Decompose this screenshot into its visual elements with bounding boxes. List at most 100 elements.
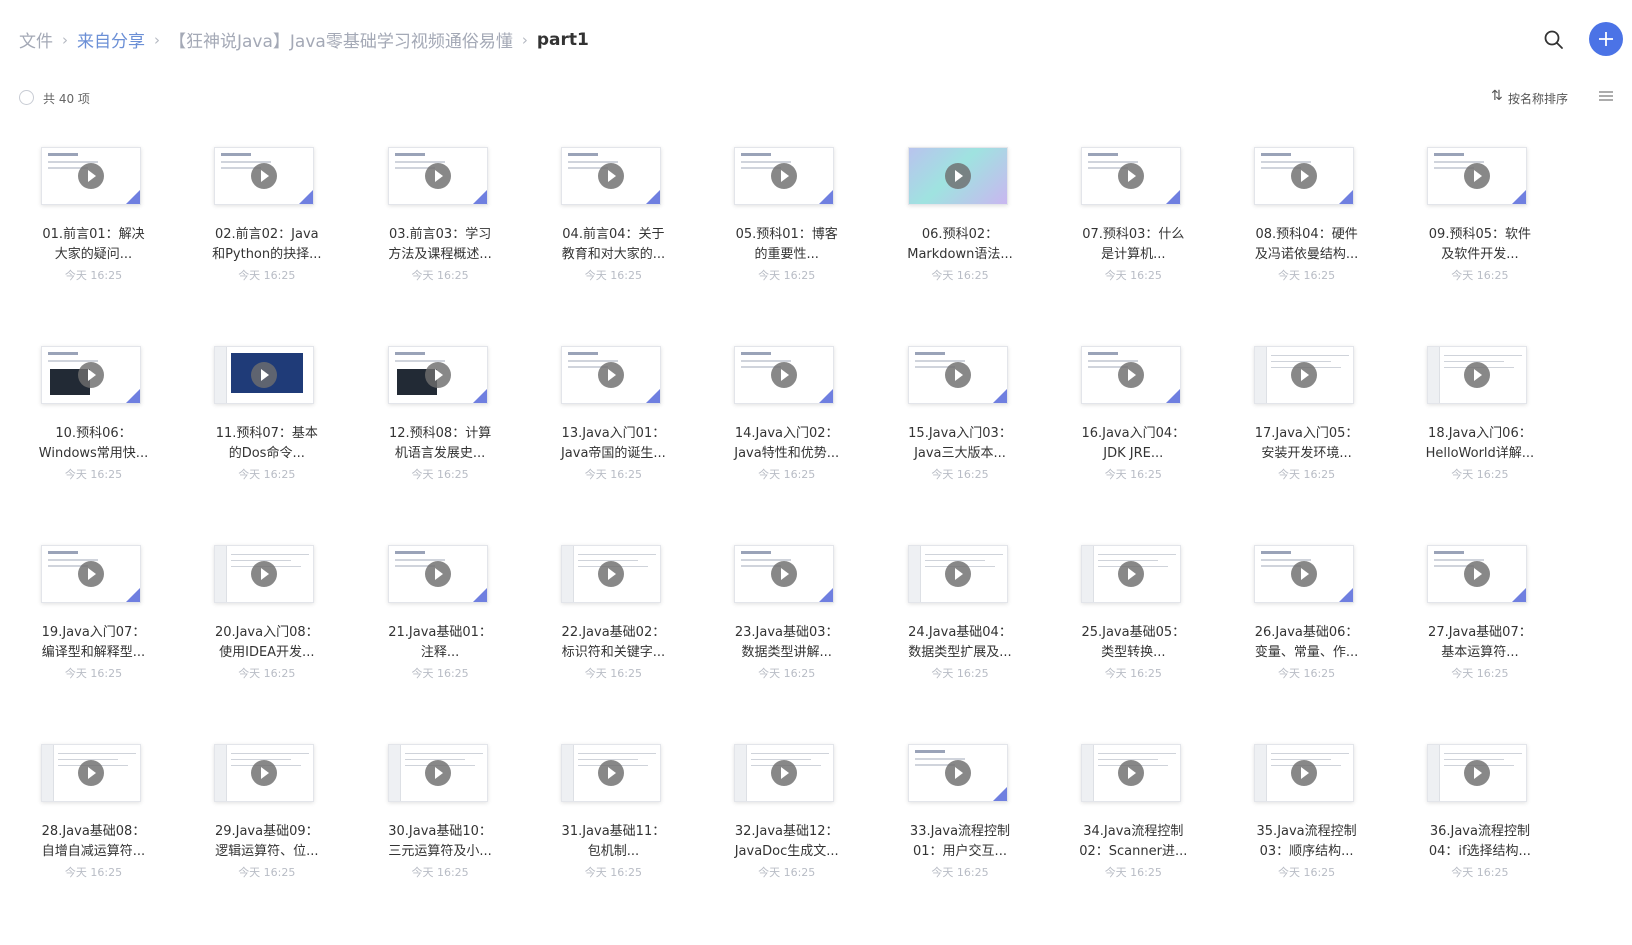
video-thumbnail[interactable]	[1080, 346, 1181, 404]
add-button[interactable]	[1589, 22, 1623, 56]
file-card[interactable]: 35.Java流程控制 03：顺序结构... 今天 16:25	[1216, 727, 1397, 907]
video-thumbnail[interactable]	[1254, 744, 1355, 802]
file-card[interactable]: 10.预科06： Windows常用快... 今天 16:25	[3, 329, 184, 509]
file-name[interactable]: 36.Java流程控制 04：if选择结构...	[1389, 822, 1570, 862]
video-thumbnail[interactable]	[1254, 346, 1355, 404]
video-thumbnail[interactable]	[560, 744, 661, 802]
file-name[interactable]: 07.预科03：什么 是计算机...	[1043, 225, 1224, 265]
file-card[interactable]: 13.Java入门01： Java帝国的诞生... 今天 16:25	[523, 329, 704, 509]
video-thumbnail[interactable]	[907, 744, 1008, 802]
file-card[interactable]: 06.预科02： Markdown语法... 今天 16:25	[870, 130, 1051, 310]
video-thumbnail[interactable]	[41, 744, 141, 802]
video-thumbnail[interactable]	[907, 545, 1008, 603]
search-icon[interactable]	[1542, 28, 1566, 52]
video-thumbnail[interactable]	[1427, 545, 1528, 603]
file-card[interactable]: 20.Java入门08： 使用IDEA开发... 今天 16:25	[176, 528, 357, 708]
file-name[interactable]: 17.Java入门05： 安装开发环境...	[1216, 424, 1397, 464]
sort-by-name-button[interactable]: 按名称排序	[1508, 90, 1568, 107]
file-name[interactable]: 16.Java入门04： JDK JRE...	[1043, 424, 1224, 464]
video-thumbnail[interactable]	[1080, 545, 1181, 603]
file-name[interactable]: 20.Java入门08： 使用IDEA开发...	[176, 623, 357, 663]
list-view-icon[interactable]	[1597, 88, 1615, 104]
video-thumbnail[interactable]	[41, 545, 141, 603]
file-card[interactable]: 11.预科07：基本 的Dos命令... 今天 16:25	[176, 329, 357, 509]
file-card[interactable]: 27.Java基础07： 基本运算符... 今天 16:25	[1389, 528, 1570, 708]
file-name[interactable]: 24.Java基础04： 数据类型扩展及...	[870, 623, 1051, 663]
file-card[interactable]: 15.Java入门03： Java三大版本... 今天 16:25	[870, 329, 1051, 509]
file-card[interactable]: 17.Java入门05： 安装开发环境... 今天 16:25	[1216, 329, 1397, 509]
file-name[interactable]: 12.预科08：计算 机语言发展史...	[350, 424, 531, 464]
video-thumbnail[interactable]	[387, 744, 488, 802]
file-card[interactable]: 14.Java入门02： Java特性和优势... 今天 16:25	[696, 329, 877, 509]
file-card[interactable]: 21.Java基础01： 注释... 今天 16:25	[350, 528, 531, 708]
file-name[interactable]: 34.Java流程控制 02：Scanner进...	[1043, 822, 1224, 862]
file-name[interactable]: 35.Java流程控制 03：顺序结构...	[1216, 822, 1397, 862]
video-thumbnail[interactable]	[734, 744, 835, 802]
file-card[interactable]: 04.前言04：关于 教育和对大家的... 今天 16:25	[523, 130, 704, 310]
file-name[interactable]: 33.Java流程控制 01：用户交互...	[870, 822, 1051, 862]
file-name[interactable]: 14.Java入门02： Java特性和优势...	[696, 424, 877, 464]
video-thumbnail[interactable]	[1427, 346, 1528, 404]
file-name[interactable]: 02.前言02：Java 和Python的抉择...	[176, 225, 357, 265]
file-card[interactable]: 18.Java入门06： HelloWorld详解... 今天 16:25	[1389, 329, 1570, 509]
video-thumbnail[interactable]	[1080, 744, 1181, 802]
video-thumbnail[interactable]	[907, 346, 1008, 404]
file-card[interactable]: 29.Java基础09： 逻辑运算符、位... 今天 16:25	[176, 727, 357, 907]
file-card[interactable]: 19.Java入门07： 编译型和解释型... 今天 16:25	[3, 528, 184, 708]
file-card[interactable]: 26.Java基础06： 变量、常量、作... 今天 16:25	[1216, 528, 1397, 708]
video-thumbnail[interactable]	[41, 346, 141, 404]
file-card[interactable]: 09.预科05：软件 及软件开发... 今天 16:25	[1389, 130, 1570, 310]
file-card[interactable]: 22.Java基础02： 标识符和关键字... 今天 16:25	[523, 528, 704, 708]
file-name[interactable]: 11.预科07：基本 的Dos命令...	[176, 424, 357, 464]
video-thumbnail[interactable]	[1080, 147, 1181, 205]
file-name[interactable]: 25.Java基础05： 类型转换...	[1043, 623, 1224, 663]
video-thumbnail[interactable]	[560, 147, 661, 205]
video-thumbnail[interactable]	[734, 346, 835, 404]
video-thumbnail[interactable]	[214, 346, 315, 404]
breadcrumb-files[interactable]: 文件	[19, 27, 53, 52]
file-card[interactable]: 07.预科03：什么 是计算机... 今天 16:25	[1043, 130, 1224, 310]
video-thumbnail[interactable]	[41, 147, 141, 205]
file-name[interactable]: 28.Java基础08： 自增自减运算符...	[3, 822, 184, 862]
file-card[interactable]: 02.前言02：Java 和Python的抉择... 今天 16:25	[176, 130, 357, 310]
file-name[interactable]: 01.前言01：解决 大家的疑问...	[3, 225, 184, 265]
file-card[interactable]: 05.预科01：博客 的重要性... 今天 16:25	[696, 130, 877, 310]
file-name[interactable]: 10.预科06： Windows常用快...	[3, 424, 184, 464]
file-name[interactable]: 29.Java基础09： 逻辑运算符、位...	[176, 822, 357, 862]
file-card[interactable]: 01.前言01：解决 大家的疑问... 今天 16:25	[3, 130, 184, 310]
file-card[interactable]: 34.Java流程控制 02：Scanner进... 今天 16:25	[1043, 727, 1224, 907]
file-name[interactable]: 22.Java基础02： 标识符和关键字...	[523, 623, 704, 663]
file-card[interactable]: 16.Java入门04： JDK JRE... 今天 16:25	[1043, 329, 1224, 509]
file-name[interactable]: 09.预科05：软件 及软件开发...	[1389, 225, 1570, 265]
file-card[interactable]: 25.Java基础05： 类型转换... 今天 16:25	[1043, 528, 1224, 708]
file-card[interactable]: 03.前言03：学习 方法及课程概述... 今天 16:25	[350, 130, 531, 310]
file-name[interactable]: 03.前言03：学习 方法及课程概述...	[350, 225, 531, 265]
file-name[interactable]: 23.Java基础03： 数据类型讲解...	[696, 623, 877, 663]
video-thumbnail[interactable]	[1427, 147, 1528, 205]
video-thumbnail[interactable]	[734, 545, 835, 603]
file-name[interactable]: 05.预科01：博客 的重要性...	[696, 225, 877, 265]
file-card[interactable]: 32.Java基础12： JavaDoc生成文... 今天 16:25	[696, 727, 877, 907]
video-thumbnail[interactable]	[907, 147, 1008, 205]
file-card[interactable]: 33.Java流程控制 01：用户交互... 今天 16:25	[870, 727, 1051, 907]
breadcrumb-shared[interactable]: 来自分享	[77, 27, 145, 52]
file-name[interactable]: 18.Java入门06： HelloWorld详解...	[1389, 424, 1570, 464]
breadcrumb-course[interactable]: 【狂神说Java】Java零基础学习视频通俗易懂	[169, 27, 513, 52]
file-card[interactable]: 24.Java基础04： 数据类型扩展及... 今天 16:25	[870, 528, 1051, 708]
video-thumbnail[interactable]	[214, 147, 315, 205]
video-thumbnail[interactable]	[214, 545, 315, 603]
file-card[interactable]: 31.Java基础11： 包机制... 今天 16:25	[523, 727, 704, 907]
file-card[interactable]: 30.Java基础10： 三元运算符及小... 今天 16:25	[350, 727, 531, 907]
file-name[interactable]: 15.Java入门03： Java三大版本...	[870, 424, 1051, 464]
video-thumbnail[interactable]	[560, 545, 661, 603]
file-card[interactable]: 08.预科04：硬件 及冯诺依曼结构... 今天 16:25	[1216, 130, 1397, 310]
file-name[interactable]: 26.Java基础06： 变量、常量、作...	[1216, 623, 1397, 663]
video-thumbnail[interactable]	[387, 346, 488, 404]
file-name[interactable]: 32.Java基础12： JavaDoc生成文...	[696, 822, 877, 862]
select-all-checkbox[interactable]	[19, 90, 34, 105]
video-thumbnail[interactable]	[1254, 545, 1355, 603]
file-name[interactable]: 06.预科02： Markdown语法...	[870, 225, 1051, 265]
video-thumbnail[interactable]	[1254, 147, 1355, 205]
file-name[interactable]: 30.Java基础10： 三元运算符及小...	[350, 822, 531, 862]
video-thumbnail[interactable]	[214, 744, 315, 802]
